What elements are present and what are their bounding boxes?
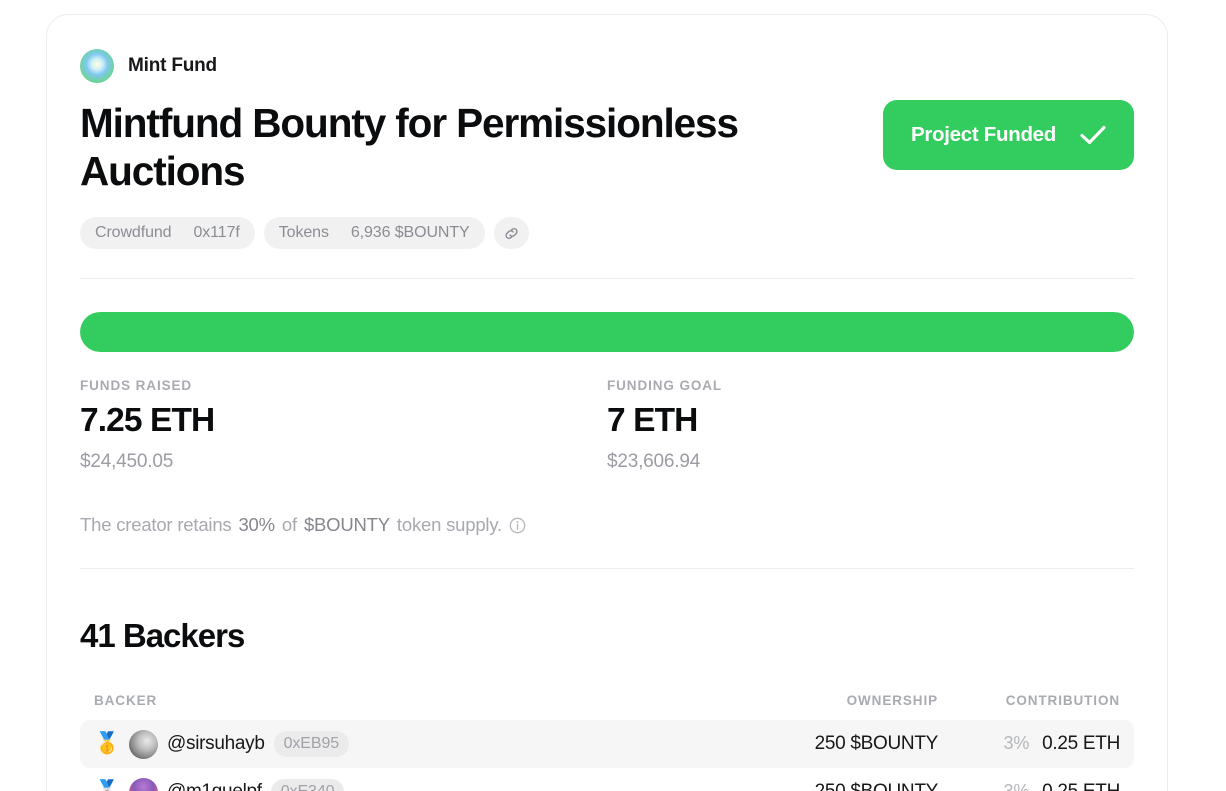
backer-eth: 0.25 ETH	[1042, 781, 1120, 791]
backer-username: @m1guelpf	[167, 781, 262, 791]
check-icon	[1080, 125, 1106, 145]
page-root: Mint Fund Mintfund Bounty for Permission…	[0, 0, 1226, 791]
creator-retention-note: The creator retains 30% of $BOUNTY token…	[80, 514, 1134, 536]
column-header-contribution: CONTRIBUTION	[938, 693, 1120, 708]
backer-eth: 0.25 ETH	[1042, 733, 1120, 755]
stat-funding-goal-value: 7 ETH	[607, 402, 1134, 440]
stat-funding-goal-usd: $23,606.94	[607, 451, 1134, 473]
creator-row[interactable]: Mint Fund	[80, 49, 1134, 83]
gold-medal-icon: 🥇	[94, 731, 120, 757]
backer-ownership: 250 $BOUNTY	[710, 781, 938, 791]
backers-heading: 41 Backers	[80, 617, 1134, 655]
stat-funding-goal: FUNDING GOAL 7 ETH $23,606.94	[607, 378, 1134, 473]
divider-backers	[80, 568, 1134, 569]
divider-top	[80, 278, 1134, 279]
backer-cell[interactable]: 🥇 @sirsuhayb 0xEB95	[94, 730, 710, 759]
silver-medal-icon: 🥈	[94, 779, 120, 791]
backer-contribution-cell: 3% 0.25 ETH	[938, 733, 1120, 755]
project-funded-button[interactable]: Project Funded	[883, 100, 1134, 170]
creator-name: Mint Fund	[128, 55, 217, 77]
backer-cell[interactable]: 🥈 @m1guelpf 0xE340	[94, 778, 710, 791]
tag-crowdfund-address: 0x117f	[182, 224, 250, 242]
tag-crowdfund-label: Crowdfund	[84, 224, 182, 242]
stat-funds-raised-label: FUNDS RAISED	[80, 378, 607, 393]
avatar	[129, 778, 158, 791]
stat-funds-raised-usd: $24,450.05	[80, 451, 607, 473]
tag-tokens-value: 6,936 $BOUNTY	[340, 224, 481, 242]
backers-table: BACKER OWNERSHIP CONTRIBUTION 🥇 @sirsuha…	[80, 693, 1134, 791]
tag-tokens[interactable]: Tokens 6,936 $BOUNTY	[264, 217, 485, 249]
project-card: Mint Fund Mintfund Bounty for Permission…	[46, 14, 1168, 791]
tag-list: Crowdfund 0x117f Tokens 6,936 $BOUNTY	[80, 217, 1134, 249]
project-funded-label: Project Funded	[911, 123, 1056, 147]
column-header-backer: BACKER	[94, 693, 710, 708]
funding-progress-bar	[80, 312, 1134, 352]
stat-funding-goal-label: FUNDING GOAL	[607, 378, 1134, 393]
backer-percent: 3%	[1004, 733, 1030, 754]
table-row[interactable]: 🥇 @sirsuhayb 0xEB95 250 $BOUNTY 3% 0.25 …	[80, 720, 1134, 768]
backer-ownership: 250 $BOUNTY	[710, 733, 938, 755]
note-suffix: token supply.	[397, 514, 502, 536]
avatar	[129, 730, 158, 759]
backer-percent: 3%	[1004, 781, 1030, 791]
backers-table-header: BACKER OWNERSHIP CONTRIBUTION	[80, 693, 1134, 720]
backer-username: @sirsuhayb	[167, 733, 265, 755]
note-token: $BOUNTY	[304, 514, 390, 536]
note-prefix: The creator retains	[80, 514, 231, 536]
info-icon[interactable]	[509, 517, 526, 534]
backer-contribution-cell: 3% 0.25 ETH	[938, 781, 1120, 791]
tag-crowdfund[interactable]: Crowdfund 0x117f	[80, 217, 255, 249]
funding-progress-fill	[80, 312, 1134, 352]
column-header-ownership: OWNERSHIP	[710, 693, 938, 708]
page-title: Mintfund Bounty for Permissionless Aucti…	[80, 99, 780, 195]
title-block: Mintfund Bounty for Permissionless Aucti…	[80, 99, 1134, 195]
mint-fund-logo-icon	[80, 49, 114, 83]
note-middle: of	[282, 514, 297, 536]
note-percent: 30%	[238, 514, 274, 536]
backer-address: 0xEB95	[274, 731, 349, 757]
funding-stats: FUNDS RAISED 7.25 ETH $24,450.05 FUNDING…	[80, 378, 1134, 473]
link-icon[interactable]	[494, 217, 529, 249]
tag-tokens-label: Tokens	[268, 224, 340, 242]
backer-address: 0xE340	[271, 779, 345, 791]
stat-funds-raised: FUNDS RAISED 7.25 ETH $24,450.05	[80, 378, 607, 473]
table-row[interactable]: 🥈 @m1guelpf 0xE340 250 $BOUNTY 3% 0.25 E…	[80, 768, 1134, 791]
stat-funds-raised-value: 7.25 ETH	[80, 402, 607, 440]
